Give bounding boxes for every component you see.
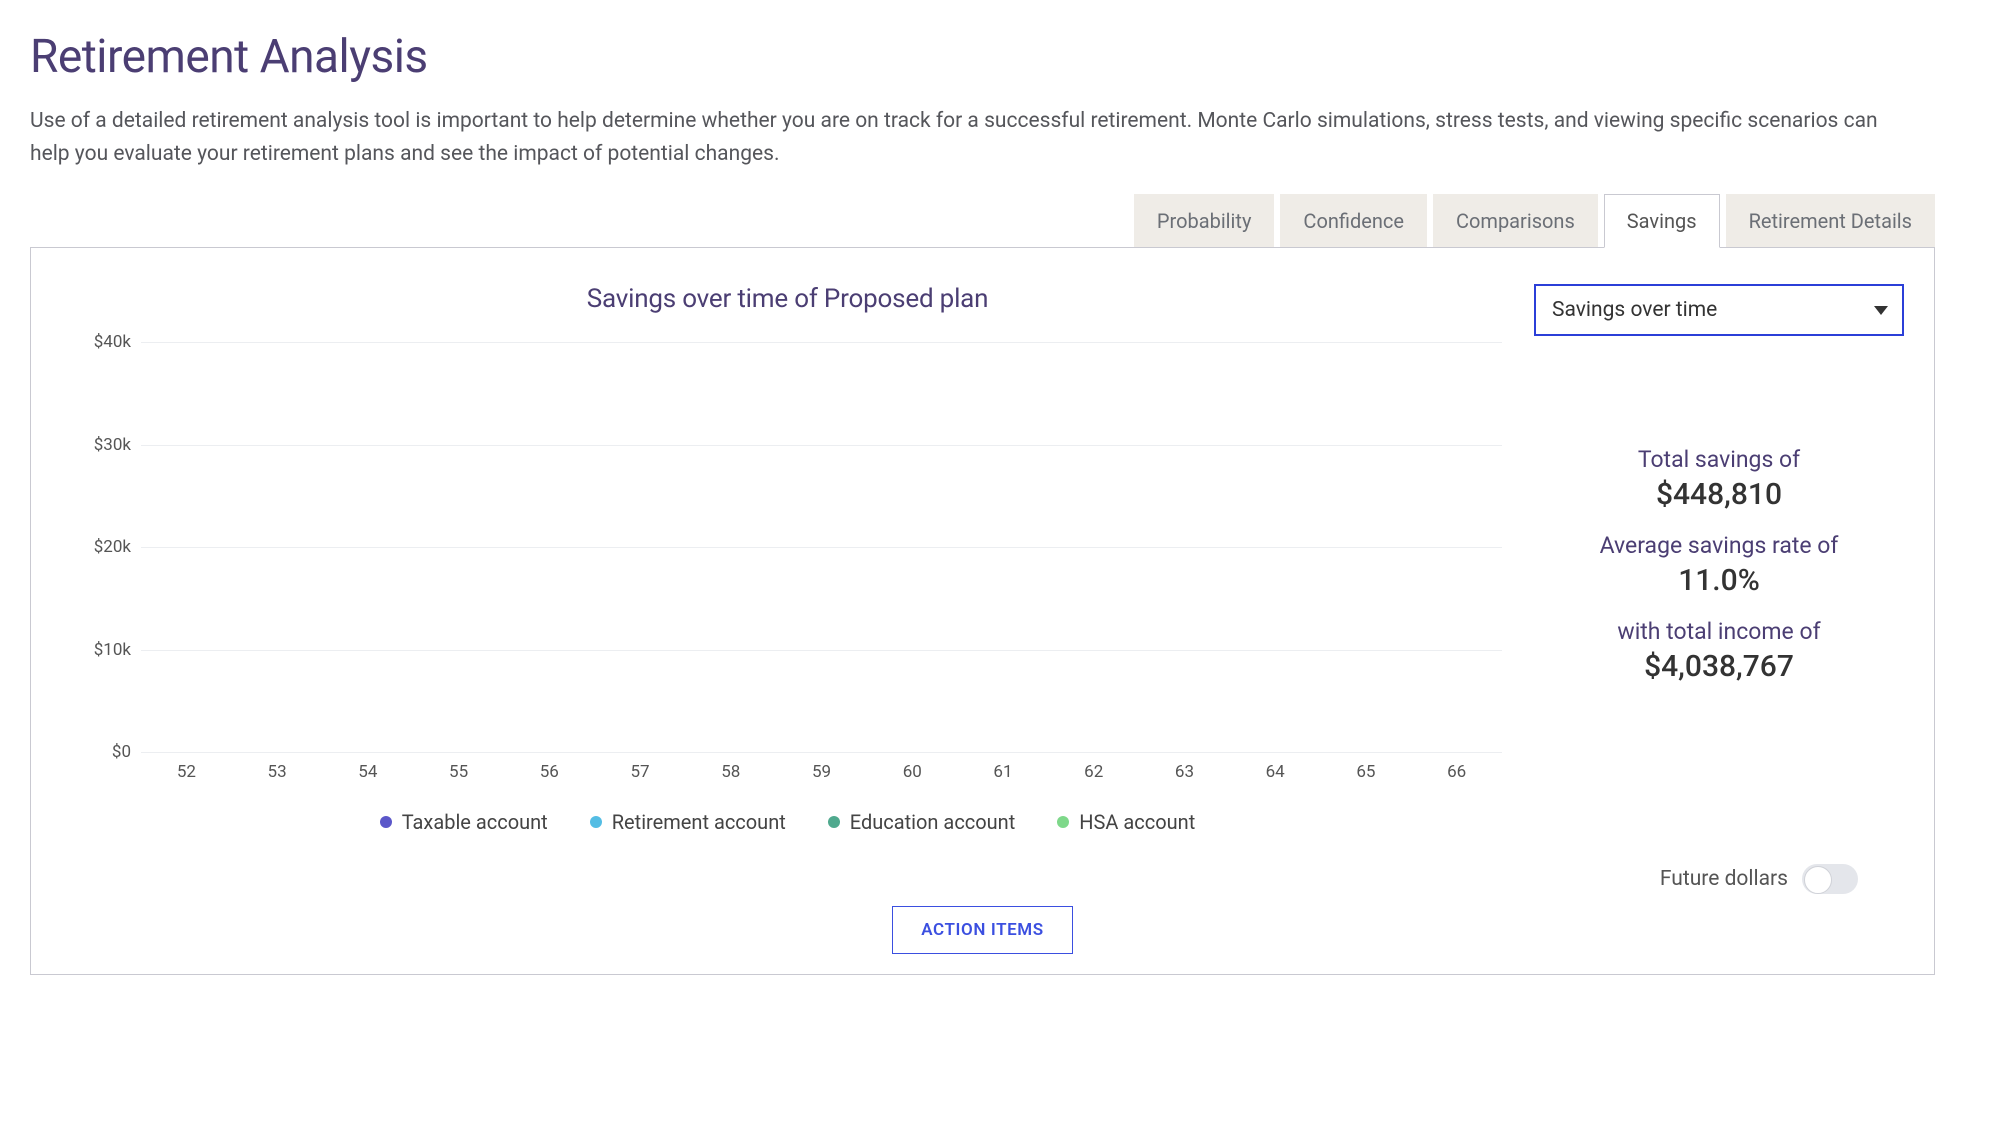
total-savings-label: Total savings of <box>1534 446 1904 473</box>
x-tick: 58 <box>685 752 776 782</box>
y-tick: $0 <box>112 742 131 762</box>
tab-bar: ProbabilityConfidenceComparisonsSavingsR… <box>30 194 1935 248</box>
legend-label: Taxable account <box>402 810 548 834</box>
legend-label: Retirement account <box>612 810 786 834</box>
legend-label: HSA account <box>1079 810 1195 834</box>
gridline <box>141 445 1502 446</box>
legend-swatch <box>1057 816 1069 828</box>
view-select-wrap: Savings over time <box>1534 284 1904 336</box>
x-tick: 61 <box>958 752 1049 782</box>
page-title: Retirement Analysis <box>30 30 1981 84</box>
y-tick: $20k <box>94 537 131 557</box>
x-tick: 54 <box>322 752 413 782</box>
gridline <box>141 342 1502 343</box>
chart-title: Savings over time of Proposed plan <box>61 284 1514 314</box>
summary-stats: Total savings of $448,810 Average saving… <box>1534 446 1904 684</box>
savings-chart: $0$10k$20k$30k$40k <box>61 342 1514 752</box>
chart-legend: Taxable account Retirement account Educati… <box>61 810 1514 834</box>
tab-probability[interactable]: Probability <box>1134 194 1275 248</box>
y-tick: $40k <box>94 332 131 352</box>
gridline <box>141 752 1502 753</box>
action-items-button[interactable]: ACTION ITEMS <box>892 906 1073 954</box>
x-tick: 63 <box>1139 752 1230 782</box>
total-income-value: $4,038,767 <box>1534 649 1904 684</box>
x-tick: 57 <box>595 752 686 782</box>
legend-swatch <box>380 816 392 828</box>
legend-item-education-account[interactable]: Education account <box>828 810 1016 834</box>
avg-rate-value: 11.0% <box>1534 563 1904 598</box>
x-tick: 55 <box>413 752 504 782</box>
x-tick: 60 <box>867 752 958 782</box>
chart-plot <box>141 342 1502 752</box>
legend-item-taxable-account[interactable]: Taxable account <box>380 810 548 834</box>
x-tick: 66 <box>1411 752 1502 782</box>
tab-comparisons[interactable]: Comparisons <box>1433 194 1598 248</box>
savings-panel: Savings over time of Proposed plan $0 $10… <box>30 247 1935 975</box>
view-select[interactable]: Savings over time <box>1534 284 1904 336</box>
tab-confidence[interactable]: Confidence <box>1280 194 1427 248</box>
x-tick: 65 <box>1321 752 1412 782</box>
future-dollars-label: Future dollars <box>1660 867 1788 891</box>
x-tick: 64 <box>1230 752 1321 782</box>
total-savings-value: $448,810 <box>1534 477 1904 512</box>
legend-swatch <box>590 816 602 828</box>
tab-savings[interactable]: Savings <box>1604 194 1720 248</box>
x-tick: 53 <box>232 752 323 782</box>
x-tick: 56 <box>504 752 595 782</box>
page-intro: Use of a detailed retirement analysis to… <box>30 105 1910 170</box>
gridline <box>141 650 1502 651</box>
chart-y-axis: $0$10k$20k$30k$40k <box>61 342 141 752</box>
avg-rate-label: Average savings rate of <box>1534 532 1904 559</box>
tab-retirement-details[interactable]: Retirement Details <box>1726 194 1935 248</box>
x-tick: 52 <box>141 752 232 782</box>
total-income-label: with total income of <box>1534 618 1904 645</box>
legend-item-hsa-account[interactable]: HSA account <box>1057 810 1195 834</box>
gridline <box>141 547 1502 548</box>
legend-item-retirement-account[interactable]: Retirement account <box>590 810 786 834</box>
y-tick: $10k <box>94 640 131 660</box>
chart-x-axis: 525354555657585960616263646566 <box>141 752 1514 782</box>
future-dollars-toggle[interactable] <box>1802 864 1858 894</box>
x-tick: 62 <box>1048 752 1139 782</box>
legend-swatch <box>828 816 840 828</box>
y-tick: $30k <box>94 435 131 455</box>
legend-label: Education account <box>850 810 1016 834</box>
x-tick: 59 <box>776 752 867 782</box>
